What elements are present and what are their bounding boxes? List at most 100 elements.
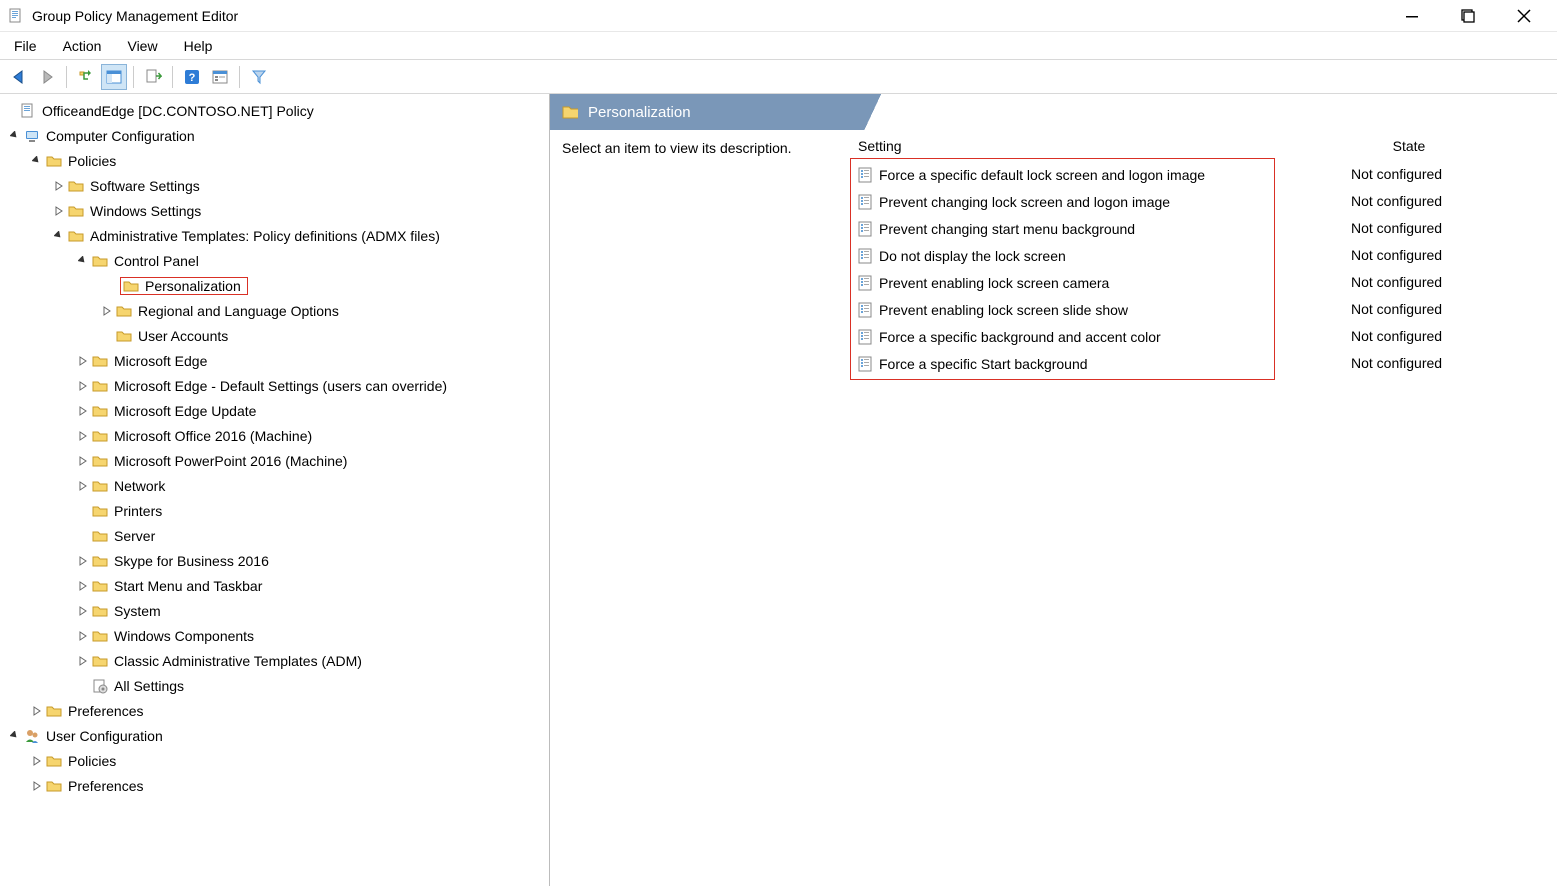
policy-setting-icon [857,167,873,183]
tree-item-server[interactable]: Server [2,523,547,548]
setting-state: Not configured [1341,160,1452,187]
tree-item-printers[interactable]: Printers [2,498,547,523]
tree-item-user-accounts[interactable]: User Accounts [2,323,547,348]
help-button[interactable]: ? [179,64,205,90]
tree-label: All Settings [112,678,186,694]
folder-icon [92,628,108,644]
maximize-button[interactable] [1453,4,1483,28]
expander-closed-icon[interactable] [100,304,114,318]
expander-closed-icon[interactable] [76,629,90,643]
computer-icon [24,128,40,144]
expander-closed-icon[interactable] [76,604,90,618]
setting-row[interactable]: Prevent changing start menu background [851,215,1274,242]
setting-row[interactable]: Force a specific default lock screen and… [851,161,1274,188]
setting-row[interactable]: Prevent changing lock screen and logon i… [851,188,1274,215]
tree-item-edge-update[interactable]: Microsoft Edge Update [2,398,547,423]
tree-item-all-settings[interactable]: All Settings [2,673,547,698]
export-button[interactable] [140,64,166,90]
expander-open-icon[interactable] [8,729,22,743]
column-setting[interactable]: Setting [854,138,1344,154]
up-button[interactable] [73,64,99,90]
tree-item-computer-config[interactable]: Computer Configuration [2,123,547,148]
expander-closed-icon[interactable] [76,479,90,493]
policy-setting-icon [857,221,873,237]
tree-item-software-settings[interactable]: Software Settings [2,173,547,198]
folder-icon [92,653,108,669]
policy-setting-icon [857,329,873,345]
expander-open-icon[interactable] [52,229,66,243]
tree-item-windows-components[interactable]: Windows Components [2,623,547,648]
expander-open-icon[interactable] [76,254,90,268]
tree-item-start-menu[interactable]: Start Menu and Taskbar [2,573,547,598]
back-button[interactable] [6,64,32,90]
expander-open-icon[interactable] [30,154,44,168]
tree-item-policies[interactable]: Policies [2,148,547,173]
expander-open-icon[interactable] [8,129,22,143]
tree-label: Microsoft Edge [112,353,209,369]
titlebar: Group Policy Management Editor [0,0,1557,32]
tree-label: Personalization [143,278,243,294]
expander-closed-icon[interactable] [30,779,44,793]
tree-item-windows-settings[interactable]: Windows Settings [2,198,547,223]
setting-row[interactable]: Do not display the lock screen [851,242,1274,269]
menu-action[interactable]: Action [59,36,106,56]
properties-button[interactable] [207,64,233,90]
tree-label: Server [112,528,157,544]
setting-row[interactable]: Force a specific Start background [851,350,1274,377]
expander-closed-icon[interactable] [76,654,90,668]
folder-icon [92,378,108,394]
expander-closed-icon[interactable] [76,354,90,368]
toolbar: ? [0,60,1557,94]
setting-name: Prevent enabling lock screen slide show [879,302,1128,318]
setting-state: Not configured [1341,214,1452,241]
tree-item-powerpoint-2016[interactable]: Microsoft PowerPoint 2016 (Machine) [2,448,547,473]
tree-item-edge-default[interactable]: Microsoft Edge - Default Settings (users… [2,373,547,398]
tree-label: Start Menu and Taskbar [112,578,264,594]
tree-item-edge[interactable]: Microsoft Edge [2,348,547,373]
setting-name: Prevent changing lock screen and logon i… [879,194,1170,210]
expander-closed-icon[interactable] [76,554,90,568]
expander-closed-icon[interactable] [76,579,90,593]
expander-closed-icon[interactable] [76,429,90,443]
setting-row[interactable]: Prevent enabling lock screen camera [851,269,1274,296]
tree-item-user-preferences[interactable]: Preferences [2,773,547,798]
tree-item-admin-templates[interactable]: Administrative Templates: Policy definit… [2,223,547,248]
tree-item-preferences[interactable]: Preferences [2,698,547,723]
tree-item-user-config[interactable]: User Configuration [2,723,547,748]
expander-closed-icon[interactable] [52,179,66,193]
setting-row[interactable]: Prevent enabling lock screen slide show [851,296,1274,323]
column-state[interactable]: State [1344,138,1474,154]
tree-item-office-2016[interactable]: Microsoft Office 2016 (Machine) [2,423,547,448]
expander-closed-icon[interactable] [30,754,44,768]
menu-view[interactable]: View [123,36,161,56]
minimize-button[interactable] [1397,4,1427,28]
app-icon [8,8,24,24]
show-hide-tree-button[interactable] [101,64,127,90]
expander-closed-icon[interactable] [76,379,90,393]
folder-icon [123,278,139,294]
tree-pane[interactable]: OfficeandEdge [DC.CONTOSO.NET] Policy [0,94,550,886]
tree-item-user-policies[interactable]: Policies [2,748,547,773]
close-button[interactable] [1509,4,1539,28]
expander-closed-icon[interactable] [30,704,44,718]
filter-button[interactable] [246,64,272,90]
menubar: File Action View Help [0,32,1557,60]
tree-item-network[interactable]: Network [2,473,547,498]
tree-item-system[interactable]: System [2,598,547,623]
setting-row[interactable]: Force a specific background and accent c… [851,323,1274,350]
menu-file[interactable]: File [10,36,41,56]
tree-item-classic-adm[interactable]: Classic Administrative Templates (ADM) [2,648,547,673]
menu-help[interactable]: Help [180,36,217,56]
tree-item-personalization[interactable]: Personalization [2,273,547,298]
list-columns[interactable]: Setting State [848,130,1557,158]
tree-item-skype[interactable]: Skype for Business 2016 [2,548,547,573]
tree-item-control-panel[interactable]: Control Panel [2,248,547,273]
folder-icon [68,178,84,194]
expander-closed-icon[interactable] [52,204,66,218]
folder-icon [92,528,108,544]
tree-item-root[interactable]: OfficeandEdge [DC.CONTOSO.NET] Policy [2,98,547,123]
forward-button[interactable] [34,64,60,90]
expander-closed-icon[interactable] [76,404,90,418]
expander-closed-icon[interactable] [76,454,90,468]
tree-item-regional[interactable]: Regional and Language Options [2,298,547,323]
